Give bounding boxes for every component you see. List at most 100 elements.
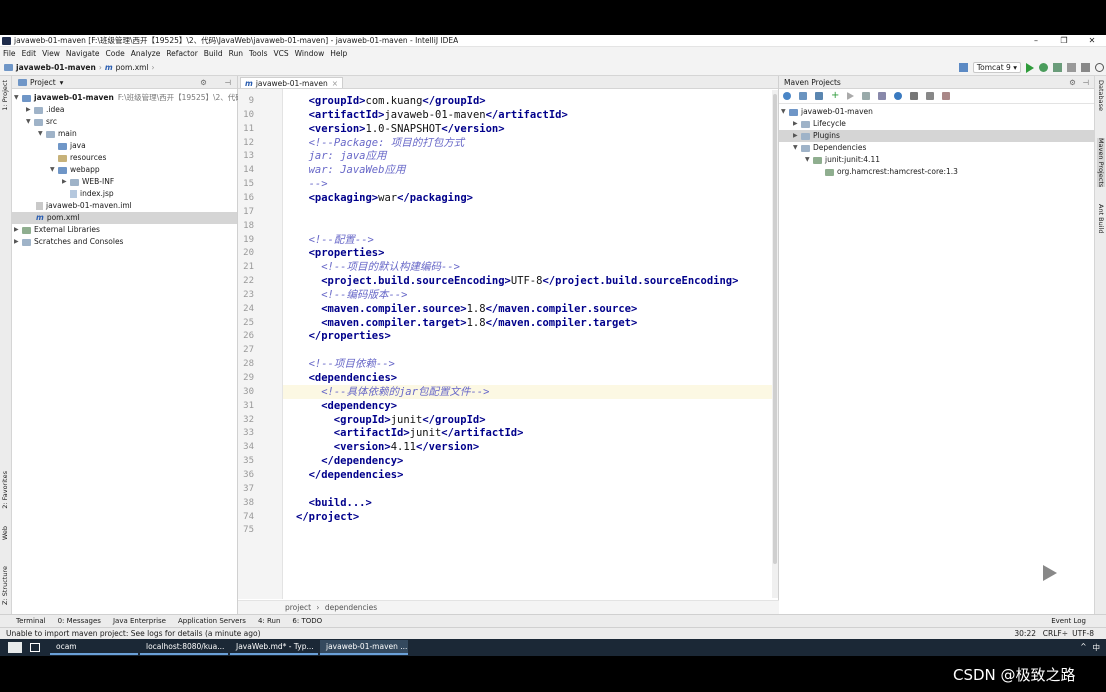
ant-tool-tab[interactable]: Ant Build — [1097, 204, 1105, 234]
tree-item-resources[interactable]: resources — [58, 152, 106, 164]
add-icon[interactable]: + — [831, 91, 839, 101]
menu-window[interactable]: Window — [295, 49, 325, 58]
project-view-select[interactable]: Project — [30, 78, 56, 87]
taskbar-app-browser[interactable]: localhost:8080/kua... — [140, 640, 228, 655]
toggle-offline-icon[interactable] — [862, 92, 871, 100]
code-line: <properties> — [309, 246, 385, 260]
download-icon[interactable] — [815, 92, 823, 100]
structure-tool-tab[interactable]: Z: Structure — [1, 566, 9, 605]
java-enterprise-tab[interactable]: Java Enterprise — [113, 617, 166, 625]
tree-item-java[interactable]: java — [58, 140, 86, 152]
menu-navigate[interactable]: Navigate — [66, 49, 100, 58]
editor-crumb-project[interactable]: project — [285, 603, 311, 612]
tree-item-index-jsp[interactable]: index.jsp — [70, 188, 114, 200]
tree-item-iml[interactable]: javaweb-01-maven.iml — [36, 200, 132, 212]
tray-expand-icon[interactable]: ^ — [1080, 642, 1086, 653]
coverage-icon[interactable] — [1053, 63, 1062, 72]
editor-crumb-dependencies[interactable]: dependencies — [325, 603, 377, 612]
crumb-project[interactable]: javaweb-01-maven — [16, 63, 96, 72]
diagram-icon[interactable] — [894, 92, 903, 100]
taskbar-app-idea[interactable]: javaweb-01-maven ... — [320, 640, 408, 655]
todo-tab[interactable]: 6: TODO — [292, 617, 322, 625]
menu-vcs[interactable]: VCS — [273, 49, 288, 58]
build-icon[interactable] — [958, 63, 968, 72]
editor-tab-pom[interactable]: m javaweb-01-maven × — [240, 77, 344, 88]
menu-edit[interactable]: Edit — [22, 49, 37, 58]
menu-analyze[interactable]: Analyze — [131, 49, 161, 58]
settings-icon[interactable]: ⚙ — [1069, 76, 1076, 89]
chevron-down-icon[interactable]: ▾ — [60, 78, 64, 87]
menu-run[interactable]: Run — [229, 49, 243, 58]
event-log-tab[interactable]: Event Log — [1051, 617, 1086, 625]
search-icon[interactable] — [1095, 63, 1104, 72]
favorites-tool-tab[interactable]: 2: Favorites — [1, 471, 9, 509]
video-play-button[interactable] — [1026, 553, 1072, 593]
database-tool-tab[interactable]: Database — [1097, 80, 1105, 111]
tree-item-webapp[interactable]: ▼ webapp — [50, 164, 100, 176]
run-config-select[interactable]: Tomcat 9 ▾ — [972, 62, 1021, 73]
file-encoding[interactable]: UTF-8 — [1072, 628, 1094, 639]
maven-item-junit[interactable]: ▼ junit:junit:4.11 — [805, 154, 880, 166]
close-button[interactable]: ✕ — [1078, 35, 1106, 47]
settings-icon[interactable]: ⚙ — [200, 78, 207, 87]
taskbar-app-typora[interactable]: JavaWeb.md* - Typ... — [230, 640, 318, 655]
terminal-tab[interactable]: Terminal — [16, 617, 46, 625]
menu-code[interactable]: Code — [106, 49, 125, 58]
maven-tool-tab[interactable]: Maven Projects — [1097, 138, 1105, 188]
stop-icon[interactable] — [1067, 63, 1076, 72]
run-tab[interactable]: 4: Run — [258, 617, 280, 625]
application-servers-tab[interactable]: Application Servers — [178, 617, 246, 625]
menu-build[interactable]: Build — [204, 49, 223, 58]
windows-start-icon[interactable] — [8, 642, 22, 653]
show-dependencies-icon[interactable] — [910, 92, 919, 100]
menu-view[interactable]: View — [42, 49, 60, 58]
tree-item-idea[interactable]: ▶ .idea — [26, 104, 64, 116]
input-method[interactable]: 中 — [1093, 642, 1101, 653]
status-message[interactable]: Unable to import maven project: See logs… — [6, 629, 261, 638]
hide-icon[interactable]: ⊣ — [224, 78, 231, 87]
editor-scrollbar[interactable] — [772, 90, 778, 598]
minimize-button[interactable]: – — [1022, 35, 1050, 47]
debug-icon[interactable] — [1039, 63, 1048, 72]
run-icon[interactable] — [1026, 62, 1034, 73]
tree-item-scratches[interactable]: ▶ Scratches and Consoles — [14, 236, 123, 248]
task-view-icon[interactable] — [30, 643, 40, 652]
messages-tab[interactable]: 0: Messages — [58, 617, 101, 625]
menu-refactor[interactable]: Refactor — [166, 49, 197, 58]
tree-item-main[interactable]: ▼ main — [38, 128, 77, 140]
menu-file[interactable]: File — [3, 49, 16, 58]
menu-help[interactable]: Help — [330, 49, 347, 58]
close-tab-icon[interactable]: × — [332, 79, 338, 88]
crumb-file[interactable]: pom.xml — [116, 63, 149, 72]
menu-tools[interactable]: Tools — [249, 49, 267, 58]
collapse-all-icon[interactable] — [926, 92, 935, 100]
caret-position[interactable]: 30:22 — [1014, 628, 1036, 639]
run-goal-icon[interactable] — [847, 92, 855, 100]
maven-item-lifecycle[interactable]: ▶ Lifecycle — [793, 118, 846, 130]
maven-settings-icon[interactable] — [942, 92, 951, 100]
web-tool-tab[interactable]: Web — [1, 526, 9, 540]
tree-item-pom[interactable]: m pom.xml — [12, 212, 237, 224]
maven-item-plugins[interactable]: ▶ Plugins — [779, 130, 1094, 142]
hide-icon[interactable]: ⊣ — [1082, 76, 1089, 89]
taskbar-app-ocam[interactable]: ocam — [50, 640, 138, 655]
folder-icon — [70, 178, 79, 186]
project-structure-icon[interactable] — [1081, 63, 1090, 72]
tree-item-web-inf[interactable]: ▶ WEB-INF — [62, 176, 114, 188]
skip-tests-icon[interactable] — [878, 92, 887, 100]
maximize-button[interactable]: ❐ — [1050, 35, 1078, 47]
code-line: jar: java应用 — [309, 149, 387, 163]
xml-text: junit — [390, 413, 423, 426]
scrollbar-thumb[interactable] — [773, 94, 777, 564]
line-number: 33 — [243, 428, 254, 439]
tree-item-root[interactable]: ▼ javaweb-01-maven F:\班级管理\西开【19525】\2、代码\… — [14, 92, 261, 104]
maven-item-project[interactable]: ▼ javaweb-01-maven — [781, 106, 873, 118]
generate-sources-icon[interactable] — [799, 92, 807, 100]
project-tool-tab[interactable]: 1: Project — [1, 80, 9, 111]
maven-item-dependencies[interactable]: ▼ Dependencies — [793, 142, 866, 154]
reimport-icon[interactable] — [783, 92, 791, 100]
maven-item-hamcrest[interactable]: org.hamcrest:hamcrest-core:1.3 — [825, 166, 958, 178]
tree-item-src[interactable]: ▼ src — [26, 116, 57, 128]
line-separator[interactable]: CRLF÷ — [1043, 628, 1068, 639]
tree-item-external-libraries[interactable]: ▶ External Libraries — [14, 224, 100, 236]
